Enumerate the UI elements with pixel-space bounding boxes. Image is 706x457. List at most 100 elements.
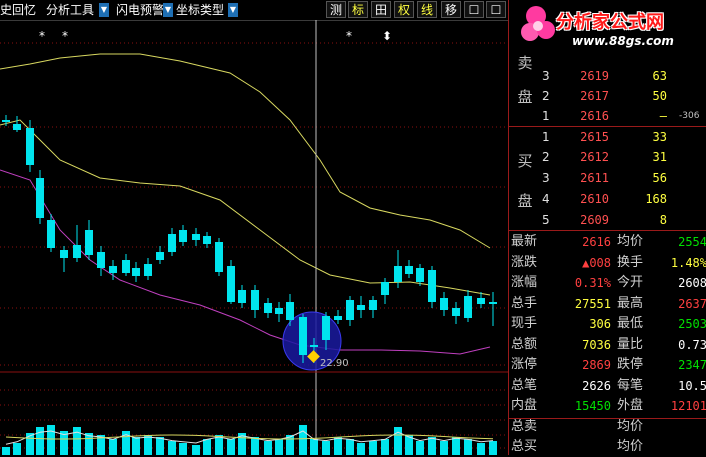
- candle-body: [369, 300, 377, 310]
- buy-price: 2609: [580, 213, 609, 227]
- stat-row: 现手 306 最低 2503: [509, 314, 706, 334]
- volume-bar: [452, 437, 460, 455]
- window-close-button[interactable]: ☐: [486, 1, 506, 18]
- buy-volume: 8: [659, 213, 667, 227]
- candle-body: [275, 308, 283, 314]
- grid-button[interactable]: 田: [371, 1, 391, 18]
- flash-alert-menu[interactable]: 闪电预警: [116, 0, 164, 20]
- quote-panel: 卖 盘 买 盘 3 2619 63 2 2617 50 1 2616– -306 1 2615 33 2…: [508, 0, 706, 455]
- volume-bar: [299, 425, 307, 455]
- stat-row: 总笔 2626 每笔 10.5: [509, 376, 706, 396]
- stat-label: 总额: [511, 336, 538, 352]
- stat-value-2: 1.48%: [670, 255, 706, 270]
- stat-row: 涨跌 ▲008 换手 1.48%: [509, 253, 706, 273]
- candle-body: [13, 124, 21, 130]
- volume-bar: [489, 441, 497, 455]
- candle-body: [60, 250, 68, 258]
- stat-label-2: 均价: [617, 418, 644, 434]
- signal-marker: *: [346, 29, 352, 43]
- stat-value-2: 2608: [678, 276, 706, 290]
- candle-body: [132, 268, 140, 276]
- candle-body: [334, 316, 342, 320]
- stat-label-2: 每笔: [617, 377, 644, 393]
- sell-level: 2: [542, 89, 550, 103]
- watermark-title: 分析家公式网: [556, 12, 664, 33]
- stat-label-2: 跌停: [617, 357, 644, 372]
- volume-bar: [168, 441, 176, 455]
- volume-bar: [144, 435, 152, 455]
- buy-level-row[interactable]: 5 2609 8: [509, 211, 706, 230]
- volume-bar: [227, 439, 235, 455]
- move-button[interactable]: 移: [441, 1, 461, 18]
- buy-volume: 31: [652, 150, 667, 164]
- stat-row: 内盘 15450 外盘 12101: [509, 396, 706, 416]
- sell-level: 1: [542, 109, 550, 123]
- stat-label: 最新: [511, 234, 538, 249]
- volume-bar: [381, 439, 389, 455]
- stat-label: 涨停: [511, 357, 538, 372]
- sell-level-row[interactable]: 2 2617 50: [509, 87, 706, 106]
- volume-bar: [47, 425, 55, 455]
- stat-value-2: 0.73: [678, 337, 706, 352]
- volume-bar: [2, 447, 10, 455]
- volume-bar: [334, 437, 342, 455]
- candle-body: [489, 302, 497, 304]
- volume-bar: [109, 439, 117, 455]
- volume-bar: [179, 443, 187, 455]
- buy-level: 2: [542, 150, 550, 164]
- candle-body: [192, 234, 200, 240]
- axis-type-dropdown-icon[interactable]: ▼: [228, 3, 238, 17]
- buy-price: 2610: [580, 192, 609, 206]
- sell-volume: 50: [652, 89, 667, 103]
- volume-bar: [322, 441, 330, 455]
- line-button[interactable]: 线: [417, 1, 437, 18]
- candle-body: [144, 264, 152, 276]
- sell-volume: 63: [652, 69, 667, 83]
- axis-type-menu[interactable]: 坐标类型: [176, 0, 224, 20]
- sell-level-row[interactable]: 1 2616 – -306: [509, 107, 706, 126]
- volume-bar: [477, 443, 485, 455]
- buy-level: 5: [542, 213, 550, 227]
- candlestick-chart[interactable]: * * * ⬍ 22.90: [0, 20, 508, 455]
- sell-price: 2619: [580, 69, 609, 83]
- buy-level-row[interactable]: 4 2610 168: [509, 190, 706, 209]
- sell-price: 2617: [580, 89, 609, 103]
- volume-bar: [369, 441, 377, 455]
- window-toggle-button[interactable]: ☐: [464, 1, 484, 18]
- volume-bar: [73, 427, 81, 455]
- stat-row: 总买 均价: [509, 437, 706, 457]
- stat-value-2: 12101: [670, 399, 706, 413]
- signal-marker: *: [62, 29, 68, 43]
- stat-value: 2869: [582, 358, 611, 372]
- history-recall-menu[interactable]: 史回忆: [0, 0, 36, 20]
- measure-button[interactable]: 测: [326, 1, 346, 18]
- buy-level: 3: [542, 171, 550, 185]
- volume-bar: [156, 437, 164, 455]
- candle-body: [428, 270, 436, 302]
- stat-label: 总手: [511, 295, 538, 311]
- mark-button[interactable]: 标: [348, 1, 368, 18]
- stat-label-2: 换手: [617, 254, 644, 270]
- rights-button[interactable]: 权: [394, 1, 414, 18]
- buy-volume: 33: [652, 130, 667, 144]
- buy-level-row[interactable]: 1 2615 33: [509, 128, 706, 147]
- candle-body: [97, 252, 105, 268]
- volume-bar: [203, 439, 211, 455]
- candle-body: [381, 282, 389, 295]
- buy-level-row[interactable]: 2 2612 31: [509, 148, 706, 167]
- flash-alert-dropdown-icon[interactable]: ▼: [163, 3, 173, 17]
- analysis-tools-menu[interactable]: 分析工具: [46, 0, 94, 20]
- stat-label: 涨幅: [511, 275, 538, 290]
- stat-label-2: 今开: [617, 275, 644, 290]
- stat-value: 27551: [574, 296, 611, 311]
- volume-bar: [36, 427, 44, 455]
- volume-bar: [428, 437, 436, 455]
- buy-level-row[interactable]: 3 2611 56: [509, 169, 706, 188]
- analysis-tools-dropdown-icon[interactable]: ▼: [99, 3, 109, 17]
- buy-level: 4: [542, 192, 550, 206]
- sell-volume: –: [659, 109, 667, 123]
- stat-label: 涨跌: [511, 254, 538, 270]
- candle-body: [227, 266, 235, 302]
- sell-level-row[interactable]: 3 2619 63: [509, 67, 706, 86]
- volume-bar: [416, 441, 424, 455]
